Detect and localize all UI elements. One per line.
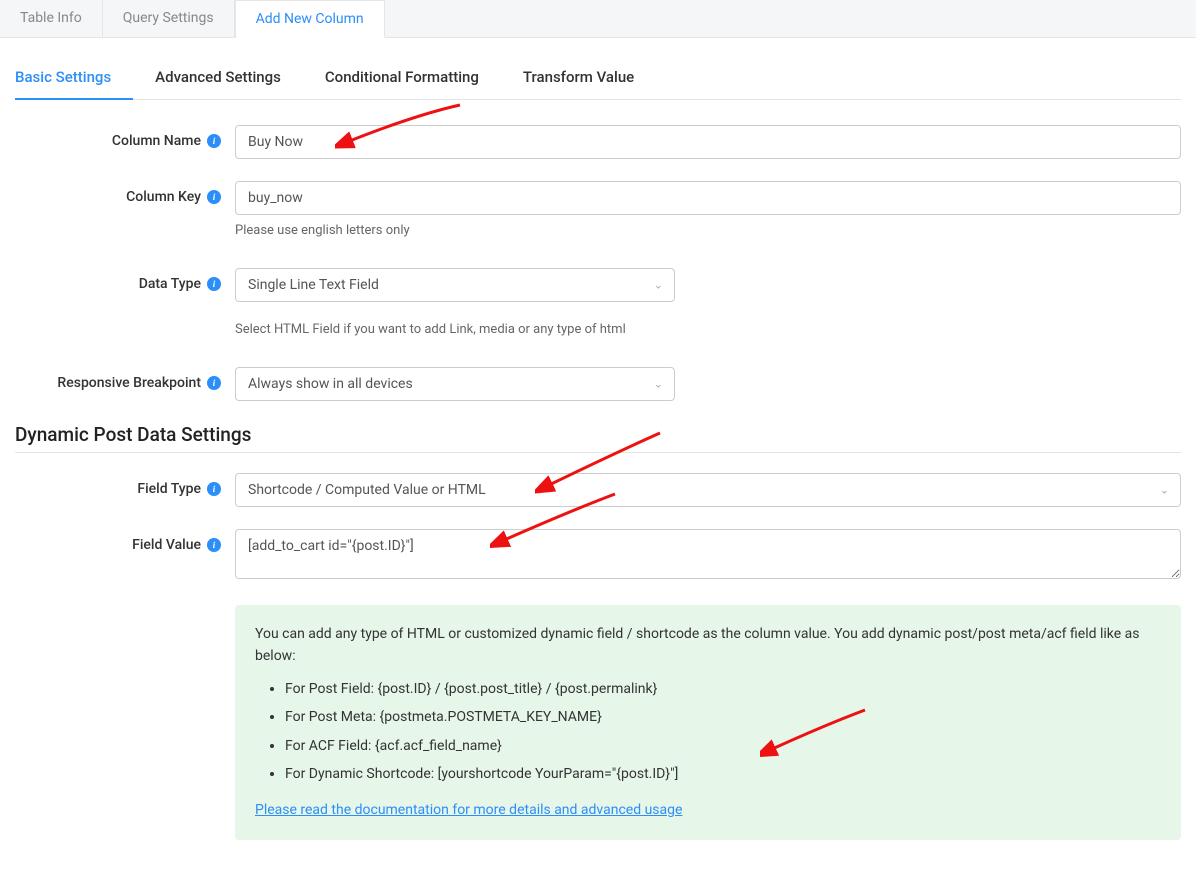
tab-add-new-column[interactable]: Add New Column xyxy=(235,0,385,38)
help-column-key: Please use english letters only xyxy=(235,223,1181,238)
documentation-link[interactable]: Please read the documentation for more d… xyxy=(255,802,682,818)
subtab-basic-settings[interactable]: Basic Settings xyxy=(15,58,133,100)
subtab-advanced-settings[interactable]: Advanced Settings xyxy=(155,58,303,99)
label-field-value: Field Value xyxy=(132,537,201,553)
section-heading-dynamic-post-data: Dynamic Post Data Settings xyxy=(15,423,1181,453)
list-item: For Dynamic Shortcode: [yourshortcode Yo… xyxy=(285,763,1161,785)
subtab-transform-value[interactable]: Transform Value xyxy=(523,58,656,99)
label-data-type: Data Type xyxy=(139,276,201,292)
list-item: For Post Field: {post.ID} / {post.post_t… xyxy=(285,678,1161,700)
column-key-input[interactable] xyxy=(235,181,1181,215)
notice-box: You can add any type of HTML or customiz… xyxy=(235,605,1181,840)
row-column-name: Column Name i xyxy=(15,125,1181,159)
row-column-key: Column Key i Please use english letters … xyxy=(15,181,1181,238)
field-type-select[interactable]: Shortcode / Computed Value or HTML ⌄ xyxy=(235,473,1181,507)
top-tabs: Table Info Query Settings Add New Column xyxy=(0,0,1196,38)
tab-table-info[interactable]: Table Info xyxy=(0,0,103,37)
label-column-key: Column Key xyxy=(126,189,201,205)
list-item: For ACF Field: {acf.acf_field_name} xyxy=(285,735,1161,757)
tab-query-settings[interactable]: Query Settings xyxy=(103,0,235,37)
list-item: For Post Meta: {postmeta.POSTMETA_KEY_NA… xyxy=(285,706,1161,728)
help-data-type: Select HTML Field if you want to add Lin… xyxy=(235,322,1181,337)
row-responsive-breakpoint: Responsive Breakpoint i Always show in a… xyxy=(15,367,1181,401)
data-type-select[interactable]: Single Line Text Field ⌄ xyxy=(235,268,675,302)
label-column-name: Column Name xyxy=(112,133,201,149)
responsive-breakpoint-select[interactable]: Always show in all devices ⌄ xyxy=(235,367,675,401)
info-icon[interactable]: i xyxy=(207,376,221,390)
info-icon[interactable]: i xyxy=(207,538,221,552)
notice-list: For Post Field: {post.ID} / {post.post_t… xyxy=(285,678,1161,786)
subtab-conditional-formatting[interactable]: Conditional Formatting xyxy=(325,58,501,99)
info-icon[interactable]: i xyxy=(207,482,221,496)
info-icon[interactable]: i xyxy=(207,190,221,204)
info-icon[interactable]: i xyxy=(207,134,221,148)
info-icon[interactable]: i xyxy=(207,277,221,291)
row-field-value: Field Value i [add_to_cart id="{post.ID}… xyxy=(15,529,1181,583)
column-name-input[interactable] xyxy=(235,125,1181,159)
label-field-type: Field Type xyxy=(137,481,201,497)
field-value-textarea[interactable]: [add_to_cart id="{post.ID}"] xyxy=(235,529,1181,579)
row-data-type: Data Type i Single Line Text Field ⌄ Sel… xyxy=(15,268,1181,337)
row-notice: You can add any type of HTML or customiz… xyxy=(15,605,1181,840)
sub-tabs: Basic Settings Advanced Settings Conditi… xyxy=(15,58,1181,100)
notice-intro: You can add any type of HTML or customiz… xyxy=(255,623,1161,668)
label-responsive-breakpoint: Responsive Breakpoint xyxy=(57,375,201,391)
row-field-type: Field Type i Shortcode / Computed Value … xyxy=(15,473,1181,507)
